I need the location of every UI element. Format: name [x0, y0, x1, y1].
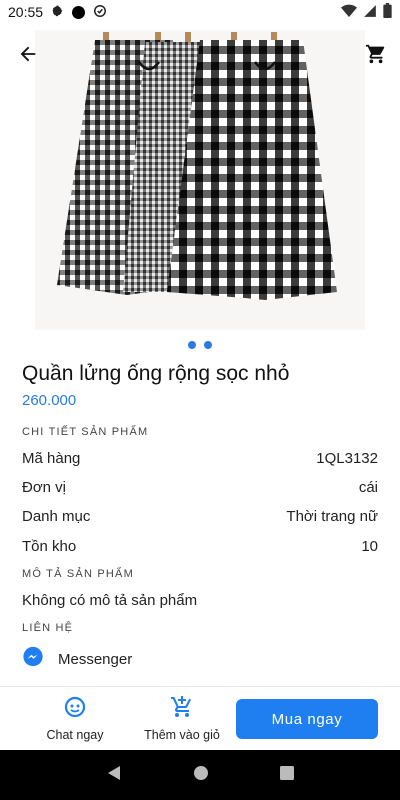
sync-icon	[93, 4, 107, 21]
chat-icon	[63, 695, 87, 724]
detail-key: Đơn vị	[22, 479, 67, 496]
detail-key: Mã hàng	[22, 450, 81, 467]
status-time: 20:55	[8, 4, 44, 20]
chat-button[interactable]: Chat ngay	[20, 695, 130, 742]
product-image[interactable]	[35, 30, 365, 330]
description-text: Không có mô tả sản phẩm	[22, 592, 198, 609]
status-bar: 20:55	[0, 0, 400, 24]
image-pagination-dots	[0, 341, 400, 349]
settings-icon	[51, 4, 64, 20]
detail-value: 1QL3132	[316, 450, 378, 467]
cart-icon[interactable]	[362, 40, 390, 68]
signal-icon	[363, 4, 377, 21]
detail-row: Tồn kho 10	[22, 538, 378, 555]
nav-home-icon[interactable]	[193, 765, 209, 786]
product-title: Quần lửng ống rộng sọc nhỏ	[22, 362, 290, 385]
pagination-dot[interactable]	[204, 341, 212, 349]
buy-now-button[interactable]: Mua ngay	[236, 699, 378, 739]
detail-value: 10	[361, 538, 378, 555]
chat-label: Chat ngay	[46, 728, 104, 742]
add-to-cart-label: Thêm vào giỏ	[144, 728, 220, 742]
wifi-icon	[341, 4, 357, 21]
nav-recents-icon[interactable]	[280, 765, 295, 785]
detail-row: Mã hàng 1QL3132	[22, 450, 378, 467]
detail-key: Danh mục	[22, 508, 91, 525]
messenger-label: Messenger	[58, 651, 133, 668]
detail-value: cái	[358, 479, 378, 496]
messenger-link[interactable]: Messenger	[22, 646, 132, 673]
detail-row: Danh mục Thời trang nữ	[22, 508, 378, 525]
details-section-label: CHI TIẾT SẢN PHẨM	[22, 426, 149, 438]
messenger-icon	[22, 646, 44, 673]
pagination-dot[interactable]	[188, 341, 196, 349]
back-arrow-icon[interactable]	[14, 40, 42, 68]
product-price: 260.000	[22, 392, 77, 409]
add-cart-icon	[170, 695, 194, 724]
bottom-action-bar: Chat ngay Thêm vào giỏ Mua ngay	[0, 686, 400, 750]
detail-value: Thời trang nữ	[286, 508, 378, 525]
add-to-cart-button[interactable]: Thêm vào giỏ	[127, 695, 237, 742]
nav-back-icon[interactable]	[106, 765, 122, 786]
contact-section-label: LIÊN HỆ	[22, 622, 74, 634]
detail-key: Tồn kho	[22, 538, 77, 555]
description-section-label: MÔ TẢ SẢN PHẨM	[22, 568, 134, 580]
notification-dot-icon	[72, 5, 86, 19]
system-nav-bar	[0, 750, 400, 800]
detail-row: Đơn vị cái	[22, 479, 378, 496]
battery-icon	[383, 3, 392, 21]
